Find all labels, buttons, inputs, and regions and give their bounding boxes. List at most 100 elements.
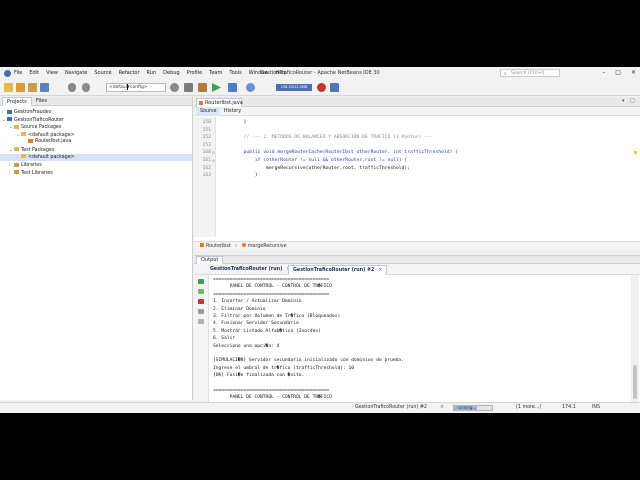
search-input[interactable]: ⌕ Search (Ctrl+I)	[500, 69, 560, 77]
menu-source[interactable]: Source	[94, 70, 111, 76]
tree-item[interactable]: ⌄ <default package>	[0, 131, 192, 139]
tree-item[interactable]: <default package>	[0, 153, 192, 162]
close-icon[interactable]: ×	[378, 268, 382, 273]
redo-icon[interactable]	[82, 83, 90, 92]
code-line: 163 }	[194, 172, 640, 180]
menu-navigate[interactable]: Navigate	[65, 70, 87, 76]
breadcrumb-method[interactable]: mergeRecursive	[248, 244, 287, 249]
new-file-icon[interactable]	[4, 83, 13, 92]
output-title[interactable]: Output	[196, 256, 224, 264]
tab-label: RouterIbst.java	[205, 100, 243, 106]
package-icon	[21, 132, 26, 137]
tree-item[interactable]: ⌄ GestionTraficoRouter	[0, 116, 192, 124]
tree-item-label: <default package>	[28, 132, 75, 138]
maximize-editor-icon[interactable]: □	[630, 98, 635, 104]
undo-icon[interactable]	[68, 83, 76, 92]
tree-item-label: GestionTraficoRouter	[14, 117, 64, 123]
tab-run-2[interactable]: GestionTraficoRouter (run) #2 ×	[288, 265, 388, 275]
project-tree: › GestionFraudes ⌄ GestionTraficoRouter ⌄ Sou…	[0, 106, 192, 176]
tab-source[interactable]: Source	[196, 107, 221, 116]
tree-item[interactable]: ⌄ Source Packages	[0, 123, 192, 131]
clean-build-icon[interactable]	[198, 83, 207, 92]
debug-icon[interactable]	[228, 83, 237, 92]
maximize-icon[interactable]: □	[615, 69, 621, 76]
menu-team[interactable]: Team	[209, 70, 222, 76]
vertical-scrollbar[interactable]	[631, 275, 639, 403]
scrollbar-thumb[interactable]	[633, 365, 637, 399]
tab-history[interactable]: History	[220, 107, 245, 116]
tab-list-icon[interactable]: ▾	[622, 98, 625, 104]
menu-file[interactable]: File	[14, 70, 22, 76]
menu-view[interactable]: View	[46, 70, 58, 76]
tree-item[interactable]: › GestionFraudes	[0, 108, 192, 116]
status-task[interactable]: GestionTraficoRouter (run) #2	[355, 403, 427, 413]
menu-edit[interactable]: Edit	[29, 70, 39, 76]
tab-projects[interactable]: Projects	[2, 97, 32, 106]
profile-icon[interactable]	[246, 83, 255, 92]
search-placeholder: Search (Ctrl+I)	[511, 71, 545, 76]
tree-item[interactable]: ⌄ Test Packages	[0, 146, 192, 154]
breadcrumb-class[interactable]: RouterIbst	[206, 244, 231, 249]
close-icon[interactable]: ×	[440, 403, 444, 413]
console-line: PANEL DE CONTROL - CONTROL DE TR�FICO	[213, 284, 332, 290]
code-area[interactable]: 150 } 151 152 // --- 2. METODOS DE BALANCE…	[194, 117, 640, 237]
console-line: 5. Mostrar Listado Alfab�tico (Inorden)	[213, 328, 321, 334]
title-bar: File Edit View Navigate Source Refactor Run Deb…	[0, 67, 640, 80]
editor-tabs: RouterIbst.java ▾ □	[194, 97, 640, 107]
tree-item-label: Test Packages	[21, 147, 55, 153]
fold-icon[interactable]: ⊟	[212, 149, 214, 157]
menu-window[interactable]: Window	[249, 70, 269, 76]
warning-marker[interactable]	[634, 151, 637, 154]
build-icon[interactable]	[184, 83, 193, 92]
fold-icon[interactable]: ⊟	[212, 157, 214, 165]
code-line: 152 // --- 2. METODOS DE BALANCEO Y ABSO…	[194, 134, 640, 142]
save-all-icon[interactable]	[40, 83, 49, 92]
tab-files[interactable]: Files	[32, 97, 51, 106]
netbeans-logo-icon	[4, 70, 11, 77]
tab-run-label: GestionTraficoRouter (run)	[210, 267, 283, 272]
tree-item[interactable]: › Libraries	[0, 161, 192, 169]
rerun-settings-icon[interactable]	[198, 289, 204, 294]
tab-routeribst-java[interactable]: RouterIbst.java	[196, 98, 243, 107]
clear-icon[interactable]	[198, 319, 204, 324]
config-select[interactable]: <default config> ▾	[106, 83, 166, 92]
projects-panel: Projects Files › GestionFraudes ⌄ GestionTr…	[0, 97, 193, 400]
close-icon[interactable]: ✕	[631, 69, 636, 76]
code-line: 162 mergeRecursive(otherRouter.root, tra…	[194, 165, 640, 173]
library-icon	[14, 170, 19, 175]
code-line: 153	[194, 142, 640, 150]
menu-refactor[interactable]: Refactor	[119, 70, 140, 76]
memory-indicator[interactable]: 236.5/512.0MB	[276, 84, 312, 91]
minimize-icon[interactable]: –	[602, 69, 605, 76]
menu-help[interactable]: Help	[275, 70, 286, 76]
new-project-icon[interactable]	[16, 83, 25, 92]
tab-run[interactable]: GestionTraficoRouter (run)×	[206, 265, 294, 275]
open-project-icon[interactable]	[28, 83, 37, 92]
menu-debug[interactable]: Debug	[163, 70, 179, 76]
target-icon[interactable]	[170, 83, 179, 92]
gc-icon[interactable]	[317, 83, 326, 92]
tree-item-label: Source Packages	[21, 125, 62, 131]
menu-run[interactable]: Run	[147, 70, 157, 76]
wrap-icon[interactable]	[198, 309, 204, 314]
more-tasks[interactable]: (1 more...)	[516, 403, 541, 413]
folder-icon	[14, 147, 19, 152]
output-tabs: GestionTraficoRouter (run)× GestionTrafi…	[194, 264, 640, 275]
line-number: 161	[202, 158, 211, 163]
tree-item[interactable]: › Test Libraries	[0, 169, 192, 177]
menu-profile[interactable]: Profile	[187, 70, 203, 76]
tree-item[interactable]: RouterIbst.java	[0, 138, 192, 146]
menu-bar: File Edit View Navigate Source Refactor Run Deb…	[14, 70, 287, 76]
run-icon[interactable]	[212, 83, 221, 92]
output-panel: Output GestionTraficoRouter (run)× Gesti…	[194, 255, 640, 403]
console-output[interactable]: ========================================…	[213, 275, 631, 403]
line-number: 160	[202, 150, 211, 156]
menu-tools[interactable]: Tools	[229, 70, 241, 76]
gc-reset-icon[interactable]	[330, 83, 339, 92]
method-icon	[241, 243, 246, 247]
folder-icon	[14, 124, 19, 129]
code-line: 151	[194, 127, 640, 135]
stop-icon[interactable]	[198, 299, 204, 304]
tree-item-label: RouterIbst.java	[35, 139, 72, 145]
rerun-icon[interactable]	[198, 279, 204, 284]
